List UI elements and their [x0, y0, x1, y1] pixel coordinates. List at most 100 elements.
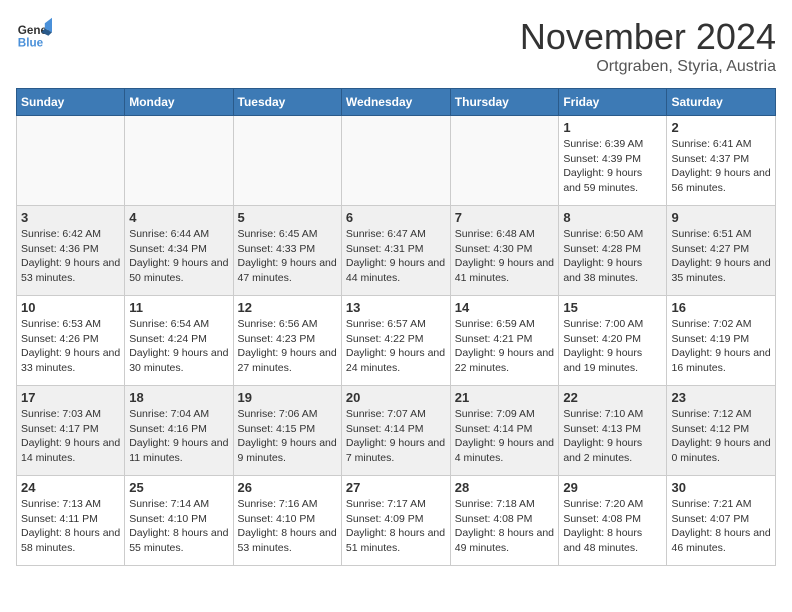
calendar-cell: 7 Sunrise: 6:48 AM Sunset: 4:30 PM Daylig…: [450, 206, 559, 296]
day-number: 21: [455, 390, 555, 405]
calendar-cell: 24Sunrise: 7:13 AM Sunset: 4:11 PM Dayli…: [17, 476, 125, 566]
day-number: 13: [346, 300, 446, 315]
calendar-cell: 27 Sunrise: 7:17 AM Sunset: 4:09 PM Dayli…: [341, 476, 450, 566]
day-info: Sunrise: 6:53 AM Sunset: 4:26 PM Dayligh…: [21, 317, 120, 376]
day-info: Sunrise: 7:10 AM Sunset: 4:13 PM Dayligh…: [563, 407, 662, 466]
day-number: 22: [563, 390, 662, 405]
calendar-cell: 12 Sunrise: 6:56 AM Sunset: 4:23 PM Dayli…: [233, 296, 341, 386]
calendar-cell: 29Sunrise: 7:20 AM Sunset: 4:08 PM Dayli…: [559, 476, 667, 566]
day-info: Sunrise: 7:17 AM Sunset: 4:09 PM Dayligh…: [346, 497, 446, 556]
day-info: Sunrise: 6:47 AM Sunset: 4:31 PM Dayligh…: [346, 227, 446, 286]
week-row-5: 24Sunrise: 7:13 AM Sunset: 4:11 PM Dayli…: [17, 476, 776, 566]
calendar-cell: 10 Sunrise: 6:53 AM Sunset: 4:26 PM Dayli…: [17, 296, 125, 386]
day-number: 2: [671, 120, 771, 135]
day-info: Sunrise: 7:16 AM Sunset: 4:10 PM Dayligh…: [238, 497, 337, 556]
calendar-cell: 21 Sunrise: 7:09 AM Sunset: 4:14 PM Dayli…: [450, 386, 559, 476]
day-number: 15: [563, 300, 662, 315]
day-number: 20: [346, 390, 446, 405]
day-info: Sunrise: 6:54 AM Sunset: 4:24 PM Dayligh…: [129, 317, 228, 376]
calendar-cell: 11 Sunrise: 6:54 AM Sunset: 4:24 PM Dayli…: [125, 296, 233, 386]
day-number: 12: [238, 300, 337, 315]
calendar-cell: [17, 116, 125, 206]
day-number: 9: [671, 210, 771, 225]
day-number: 17: [21, 390, 120, 405]
day-number: 8: [563, 210, 662, 225]
calendar-cell: 26 Sunrise: 7:16 AM Sunset: 4:10 PM Dayli…: [233, 476, 341, 566]
day-info: Sunrise: 6:51 AM Sunset: 4:27 PM Dayligh…: [671, 227, 771, 286]
calendar-table: Sunday Monday Tuesday Wednesday Thursday…: [16, 88, 776, 566]
calendar-cell: 4 Sunrise: 6:44 AM Sunset: 4:34 PM Daylig…: [125, 206, 233, 296]
calendar-cell: 13 Sunrise: 6:57 AM Sunset: 4:22 PM Dayli…: [341, 296, 450, 386]
day-number: 5: [238, 210, 337, 225]
day-number: 1: [563, 120, 662, 135]
day-number: 18: [129, 390, 228, 405]
day-info: Sunrise: 6:41 AM Sunset: 4:37 PM Dayligh…: [671, 137, 771, 196]
day-info: Sunrise: 6:42 AM Sunset: 4:36 PM Dayligh…: [21, 227, 120, 286]
day-number: 30: [671, 480, 771, 495]
day-info: Sunrise: 7:14 AM Sunset: 4:10 PM Dayligh…: [129, 497, 228, 556]
calendar-cell: 3Sunrise: 6:42 AM Sunset: 4:36 PM Daylig…: [17, 206, 125, 296]
day-number: 24: [21, 480, 120, 495]
day-number: 26: [238, 480, 337, 495]
day-number: 27: [346, 480, 446, 495]
day-number: 6: [346, 210, 446, 225]
calendar-cell: 8 Sunrise: 6:50 AM Sunset: 4:28 PM Daylig…: [559, 206, 667, 296]
page-header: General Blue November 2024 Ortgraben, St…: [16, 16, 776, 76]
location-title: Ortgraben, Styria, Austria: [520, 58, 776, 76]
day-info: Sunrise: 7:00 AM Sunset: 4:20 PM Dayligh…: [563, 317, 662, 376]
header-sunday: Sunday: [17, 89, 125, 116]
header-wednesday: Wednesday: [341, 89, 450, 116]
calendar-cell: 1 Sunrise: 6:39 AM Sunset: 4:39 PM Daylig…: [559, 116, 667, 206]
day-info: Sunrise: 6:45 AM Sunset: 4:33 PM Dayligh…: [238, 227, 337, 286]
day-number: 4: [129, 210, 228, 225]
day-number: 28: [455, 480, 555, 495]
calendar-cell: 15 Sunrise: 7:00 AM Sunset: 4:20 PM Dayli…: [559, 296, 667, 386]
calendar-cell: 14 Sunrise: 6:59 AM Sunset: 4:21 PM Dayli…: [450, 296, 559, 386]
day-info: Sunrise: 6:50 AM Sunset: 4:28 PM Dayligh…: [563, 227, 662, 286]
title-section: November 2024 Ortgraben, Styria, Austria: [520, 16, 776, 76]
day-number: 11: [129, 300, 228, 315]
week-row-3: 10 Sunrise: 6:53 AM Sunset: 4:26 PM Dayli…: [17, 296, 776, 386]
day-number: 19: [238, 390, 337, 405]
week-row-2: 3Sunrise: 6:42 AM Sunset: 4:36 PM Daylig…: [17, 206, 776, 296]
calendar-cell: 16 Sunrise: 7:02 AM Sunset: 4:19 PM Dayli…: [667, 296, 776, 386]
header-thursday: Thursday: [450, 89, 559, 116]
calendar-cell: [341, 116, 450, 206]
calendar-cell: 25 Sunrise: 7:14 AM Sunset: 4:10 PM Dayli…: [125, 476, 233, 566]
day-info: Sunrise: 6:48 AM Sunset: 4:30 PM Dayligh…: [455, 227, 555, 286]
day-number: 10: [21, 300, 120, 315]
calendar-cell: 5 Sunrise: 6:45 AM Sunset: 4:33 PM Daylig…: [233, 206, 341, 296]
day-number: 25: [129, 480, 228, 495]
day-info: Sunrise: 7:12 AM Sunset: 4:12 PM Dayligh…: [671, 407, 771, 466]
day-info: Sunrise: 7:02 AM Sunset: 4:19 PM Dayligh…: [671, 317, 771, 376]
weekday-header-row: Sunday Monday Tuesday Wednesday Thursday…: [17, 89, 776, 116]
day-info: Sunrise: 6:39 AM Sunset: 4:39 PM Dayligh…: [563, 137, 662, 196]
day-info: Sunrise: 7:03 AM Sunset: 4:17 PM Dayligh…: [21, 407, 120, 466]
day-number: 14: [455, 300, 555, 315]
calendar-cell: 22 Sunrise: 7:10 AM Sunset: 4:13 PM Dayli…: [559, 386, 667, 476]
day-info: Sunrise: 6:56 AM Sunset: 4:23 PM Dayligh…: [238, 317, 337, 376]
header-friday: Friday: [559, 89, 667, 116]
header-saturday: Saturday: [667, 89, 776, 116]
logo: General Blue: [16, 16, 52, 52]
calendar-cell: 28 Sunrise: 7:18 AM Sunset: 4:08 PM Dayli…: [450, 476, 559, 566]
calendar-cell: 23 Sunrise: 7:12 AM Sunset: 4:12 PM Dayli…: [667, 386, 776, 476]
day-number: 23: [671, 390, 771, 405]
day-info: Sunrise: 7:06 AM Sunset: 4:15 PM Dayligh…: [238, 407, 337, 466]
day-info: Sunrise: 7:07 AM Sunset: 4:14 PM Dayligh…: [346, 407, 446, 466]
calendar-cell: 17 Sunrise: 7:03 AM Sunset: 4:17 PM Dayli…: [17, 386, 125, 476]
day-number: 7: [455, 210, 555, 225]
calendar-cell: 20 Sunrise: 7:07 AM Sunset: 4:14 PM Dayli…: [341, 386, 450, 476]
calendar-cell: 2 Sunrise: 6:41 AM Sunset: 4:37 PM Daylig…: [667, 116, 776, 206]
header-tuesday: Tuesday: [233, 89, 341, 116]
day-info: Sunrise: 7:18 AM Sunset: 4:08 PM Dayligh…: [455, 497, 555, 556]
logo-icon: General Blue: [16, 16, 52, 52]
week-row-1: 1 Sunrise: 6:39 AM Sunset: 4:39 PM Daylig…: [17, 116, 776, 206]
day-info: Sunrise: 6:57 AM Sunset: 4:22 PM Dayligh…: [346, 317, 446, 376]
day-info: Sunrise: 7:09 AM Sunset: 4:14 PM Dayligh…: [455, 407, 555, 466]
day-info: Sunrise: 6:59 AM Sunset: 4:21 PM Dayligh…: [455, 317, 555, 376]
day-info: Sunrise: 7:21 AM Sunset: 4:07 PM Dayligh…: [671, 497, 771, 556]
day-info: Sunrise: 7:04 AM Sunset: 4:16 PM Dayligh…: [129, 407, 228, 466]
day-number: 16: [671, 300, 771, 315]
day-info: Sunrise: 6:44 AM Sunset: 4:34 PM Dayligh…: [129, 227, 228, 286]
